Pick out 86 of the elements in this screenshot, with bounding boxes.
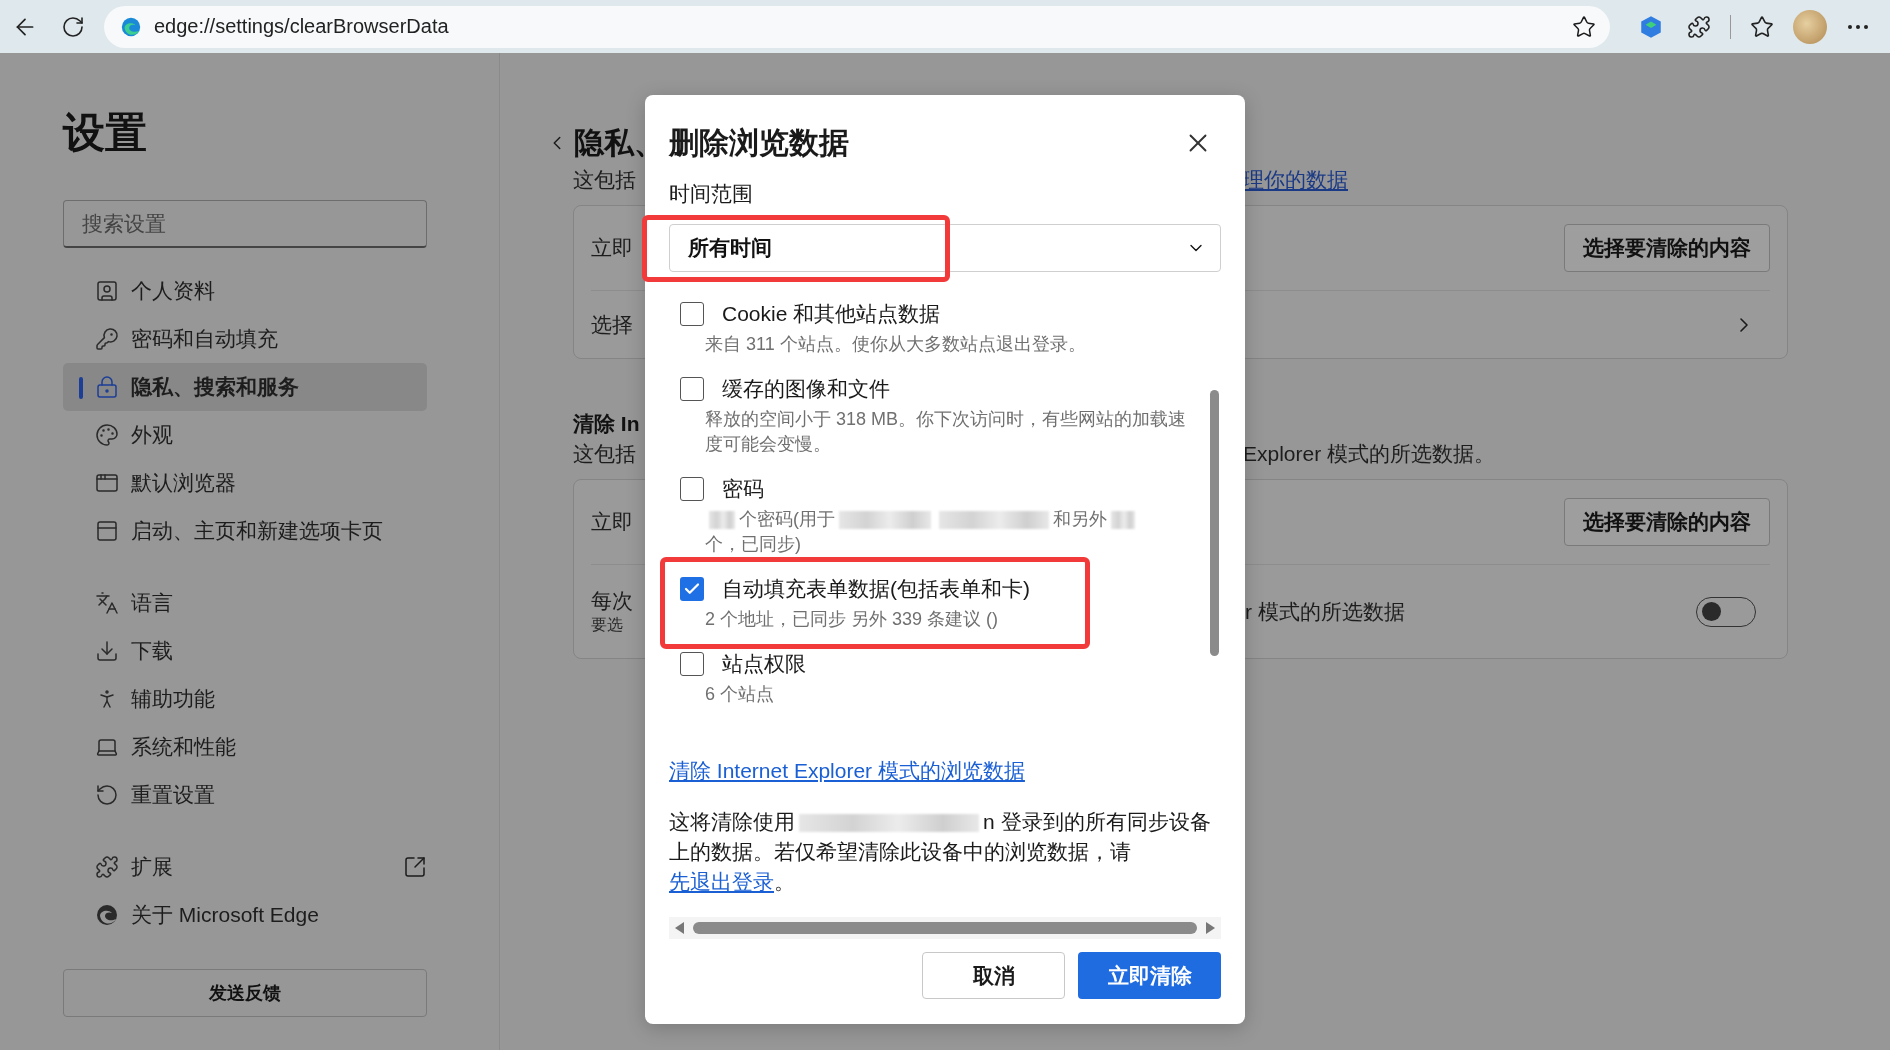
option-label: 缓存的图像和文件 [722,376,890,402]
blurred-text [1111,511,1135,530]
option-label: 密码 [722,476,764,502]
note-text: n 登录到的所有同步设备 [983,809,1211,835]
puzzle-icon [1687,14,1711,39]
horizontal-scrollbar[interactable] [669,917,1221,939]
lock-icon [95,375,119,399]
hexagon-icon [1638,13,1664,40]
section-title: 清除 In [573,411,640,437]
scroll-right-icon[interactable] [1205,922,1215,934]
browser-logo-icon [120,15,142,38]
description-text: 这包括 [573,167,636,193]
checkbox[interactable] [680,652,704,676]
option-description: 释放的空间小于 318 MB。你下次访问时，有些网站的加载速度可能会变慢。 [705,409,1187,454]
sidebar-item[interactable]: 扩展 [63,843,427,891]
checkbox[interactable] [680,302,704,326]
row-label: r 模式的所选数据 [1245,598,1405,625]
person-card-icon [95,279,119,303]
scrollbar[interactable] [1210,390,1219,656]
blurred-text [709,511,735,530]
puzzle-icon [95,855,119,879]
option-label: 站点权限 [722,651,806,677]
row-hint: 要选 [591,615,623,635]
scroll-left-icon[interactable] [675,922,685,934]
row-label: 选择 [591,311,633,338]
external-link-icon [403,855,427,879]
option-description: 步) [777,533,801,556]
star-icon [1750,14,1774,39]
download-icon [95,639,119,663]
search-field[interactable]: 搜索设置 [63,200,427,248]
checkbox[interactable] [680,377,704,401]
checkbox[interactable] [680,477,704,501]
sidebar-item[interactable]: 辅助功能 [63,675,427,723]
language-icon [95,591,119,615]
checkbox[interactable] [680,577,704,601]
note-text: 上的数据。若仅希望清除此设备中的浏览数据，请 [669,839,1131,865]
option-description: 和另外 [1053,508,1107,531]
row-label: 立即 [591,235,633,261]
option-description: 2 个地址，已同步 另外 339 条建议 () [705,609,999,629]
sidebar-item[interactable]: 关于 Microsoft Edge [63,891,427,939]
option-description: 来自 311 个站点。使你从大多数站点退出登录。 [705,334,1086,354]
sidebar-item[interactable]: 下载 [63,627,427,675]
field-label: 时间范围 [669,181,753,207]
note-text: 。 [774,869,795,895]
option-description: 个密码(用于 [739,508,835,531]
sidebar-item[interactable]: 个人资料 [63,267,427,315]
window-icon [95,471,119,495]
sidebar-item[interactable]: 隐私、搜索和服务 [63,363,427,411]
sidebar-item[interactable]: 重置设置 [63,771,427,819]
browser-logo-icon [95,903,119,927]
settings-title: 设置 [63,108,147,158]
note-text: 这将清除使用 [669,809,795,835]
description-text: 这包括 [573,441,636,467]
star-icon [1572,14,1596,39]
sidebar-item[interactable]: 密码和自动填充 [63,315,427,363]
tab-page-icon [95,519,119,543]
row-label: 立即 [591,509,633,535]
option-label: Cookie 和其他站点数据 [722,301,941,327]
reload-icon [61,14,85,39]
key-icon [95,327,119,351]
time-range-dropdown[interactable]: 所有时间 [669,224,1221,272]
data-link[interactable]: 理你的数据 [1243,165,1348,195]
dialog-title: 删除浏览数据 [669,124,849,161]
sidebar-item[interactable]: 启动、主页和新建选项卡页 [63,507,427,555]
palette-icon [95,423,119,447]
option-description: 个，已同 [705,533,777,556]
row-label: 每次 [591,588,633,614]
feedback-button[interactable]: 发送反馈 [63,969,427,1017]
option-label: 自动填充表单数据(包括表单和卡) [722,576,1030,602]
clear-now-button[interactable]: 立即清除 [1078,952,1221,999]
more-icon [1848,24,1868,29]
cancel-button[interactable]: 取消 [922,952,1065,999]
ie-data-link[interactable]: 清除 Internet Explorer 模式的浏览数据 [669,756,1025,786]
description-text: Explorer 模式的所选数据。 [1243,441,1496,467]
sidebar-item[interactable]: 语言 [63,579,427,627]
reset-icon [95,783,119,807]
address-bar[interactable]: edge://settings/clearBrowserData [104,5,1610,48]
choose-content-button[interactable]: 选择要清除的内容 [1564,498,1770,546]
choose-content-button[interactable]: 选择要清除的内容 [1564,224,1770,272]
page-title: 隐私、 [574,125,664,161]
sidebar-item[interactable]: 系统和性能 [63,723,427,771]
option-description: 6 个站点 [705,684,774,704]
sidebar-item[interactable]: 默认浏览器 [63,459,427,507]
sign-out-link[interactable]: 先退出登录 [669,870,774,893]
url-text: edge://settings/clearBrowserData [154,15,450,38]
sidebar-item[interactable]: 外观 [63,411,427,459]
